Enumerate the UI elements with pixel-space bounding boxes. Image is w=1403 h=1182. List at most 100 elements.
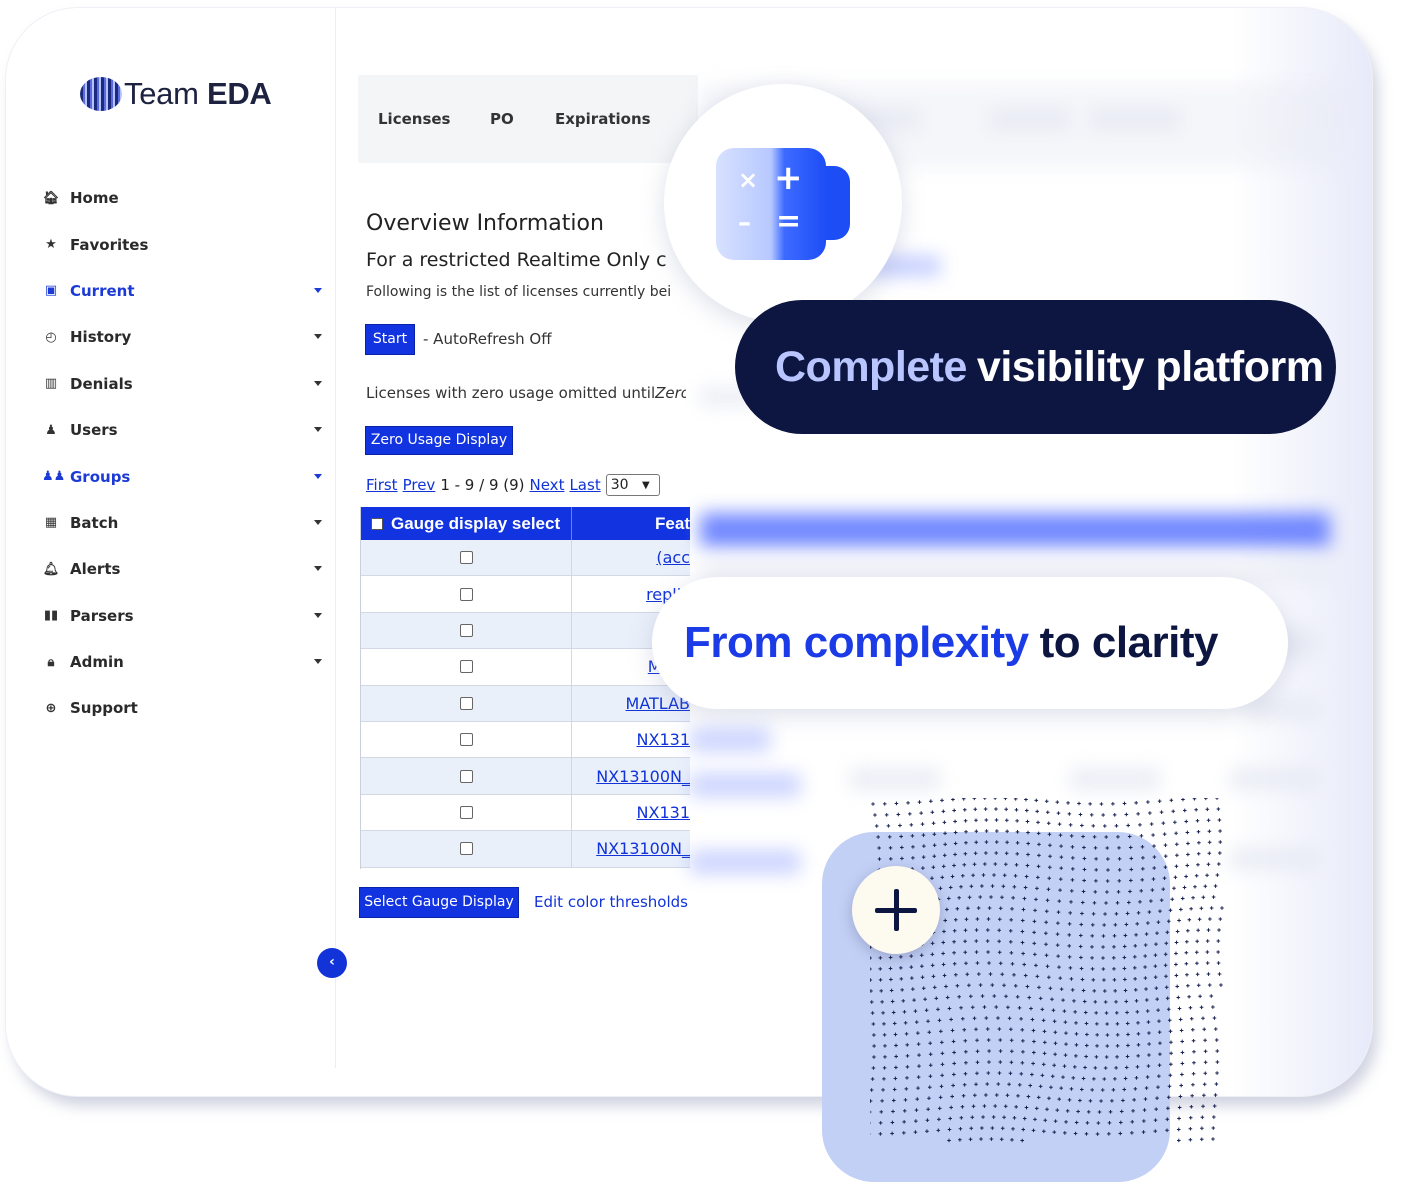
gauge-select-cell <box>361 649 572 685</box>
caret-down-icon <box>314 612 322 618</box>
gauge-select-checkbox[interactable] <box>459 769 473 783</box>
gauge-select-cell <box>361 540 572 576</box>
select-gauge-display-button[interactable]: Select Gauge Display <box>359 887 519 918</box>
sidebar-item-label: Alerts <box>70 560 121 579</box>
logo[interactable]: Team EDA <box>80 76 272 112</box>
gauge-select-cell <box>361 831 572 867</box>
edit-color-thresholds-link[interactable]: Edit color thresholds <box>534 893 688 911</box>
gauge-select-cell <box>361 576 572 612</box>
zero-usage-note-text: Licenses with zero usage omitted until <box>366 384 656 402</box>
sidebar-item-groups[interactable]: ♟♟ Groups <box>42 453 322 499</box>
table-row: MAT <box>361 612 690 650</box>
visibility-badge-highlight: Complete <box>775 342 967 391</box>
pager-prev-link[interactable]: Prev <box>403 476 436 494</box>
sidebar-item-label: Favorites <box>70 235 149 254</box>
gauge-select-cell <box>361 794 572 831</box>
plus-icon: + <box>774 158 803 198</box>
sidebar-item-label: Parsers <box>70 606 134 625</box>
feature-link[interactable]: NX131 <box>572 795 690 830</box>
feature-link[interactable]: (acc <box>572 540 690 575</box>
table-row: MATL <box>361 649 690 686</box>
page-size-value: 30 <box>610 477 629 493</box>
users-icon: ♟♟ <box>42 469 66 485</box>
visibility-badge-text: visibility platform <box>976 342 1324 391</box>
tab-po[interactable]: PO <box>490 110 514 128</box>
zero-usage-note: Licenses with zero usage omitted untilZe… <box>366 384 686 402</box>
blur-cell <box>850 768 940 790</box>
sidebar-item-admin[interactable]: 🔒︎ Admin <box>42 639 322 685</box>
feature-link[interactable]: NX13100N_ <box>572 758 690 793</box>
start-autorefresh-button[interactable]: Start <box>365 324 415 355</box>
clarity-badge-highlight: From complexity <box>684 618 1029 667</box>
equals-icon: = <box>776 204 802 239</box>
sidebar-item-label: Admin <box>70 653 124 672</box>
caret-down-icon <box>314 473 322 479</box>
sidebar-item-alerts[interactable]: 🔔︎ Alerts <box>42 546 322 592</box>
gauge-select-checkbox[interactable] <box>459 587 473 601</box>
sidebar-item-label: Groups <box>70 467 131 486</box>
table-icon: ▦ <box>44 515 58 531</box>
gauge-select-cell <box>361 721 572 758</box>
autorefresh-status: - AutoRefresh Off <box>423 330 552 348</box>
table-row: replic <box>361 576 690 613</box>
table-row: NX131 <box>361 794 690 832</box>
page-size-select[interactable]: 30 ▼ <box>605 474 660 496</box>
caret-down-icon <box>314 427 322 433</box>
gauge-select-checkbox[interactable] <box>459 551 473 565</box>
id-card-icon: ▣ <box>44 283 58 299</box>
pager-first-link[interactable]: First <box>366 476 398 494</box>
sidebar-collapse-button[interactable]: ‹ <box>317 948 347 978</box>
multiply-icon: × <box>738 166 759 194</box>
table-row: NX13100N_ <box>361 831 690 868</box>
select-all-checkbox[interactable] <box>371 517 383 530</box>
sidebar-item-denials[interactable]: ▥ Denials <box>42 361 322 407</box>
logo-name-light: Team <box>124 76 199 111</box>
sidebar-item-support[interactable]: ⊕ Support <box>42 685 322 731</box>
gauge-select-checkbox[interactable] <box>459 842 473 856</box>
lock-icon: 🔒︎ <box>47 654 55 670</box>
clarity-badge-text: to clarity <box>1039 618 1219 667</box>
feature-link[interactable]: NX131 <box>572 722 690 757</box>
blur-link <box>690 728 770 752</box>
gauge-select-checkbox[interactable] <box>459 805 473 819</box>
zero-usage-display-button[interactable]: Zero Usage Display <box>365 426 513 455</box>
pagination: First Prev 1 - 9 / 9 (9) Next Last 30 ▼ <box>366 474 660 496</box>
table-row: (acc <box>361 540 690 577</box>
sidebar-item-label: Users <box>70 421 118 440</box>
pager-last-link[interactable]: Last <box>569 476 600 494</box>
caret-down-icon <box>314 334 322 340</box>
blur-cell <box>1070 768 1160 790</box>
logo-mark-icon <box>80 77 122 111</box>
gauge-select-checkbox[interactable] <box>459 696 473 710</box>
caret-down-icon <box>314 566 322 572</box>
sidebar-item-current[interactable]: ▣ Current <box>42 268 322 314</box>
gauge-select-checkbox[interactable] <box>459 660 473 674</box>
sidebar-item-parsers[interactable]: ▮▮ Parsers <box>42 593 322 639</box>
sidebar-item-label: Home <box>70 189 119 208</box>
gauge-select-checkbox[interactable] <box>459 623 473 637</box>
page-subtitle: For a restricted Realtime Only c <box>366 249 667 271</box>
sidebar-item-batch[interactable]: ▦ Batch <box>42 500 322 546</box>
tab-expirations[interactable]: Expirations <box>555 110 651 128</box>
dot-pattern-icon <box>870 798 1224 1143</box>
sidebar-item-users[interactable]: ♟ Users <box>42 407 322 453</box>
pager-range: 1 - 9 / 9 (9) <box>440 476 525 494</box>
gauge-select-checkbox[interactable] <box>459 733 473 747</box>
header-feature[interactable]: Feat <box>572 507 690 540</box>
table-row: MATLAB <box>361 685 690 722</box>
sidebar-item-home[interactable]: 🏠︎ Home <box>42 175 322 221</box>
clock-icon: ◴ <box>45 329 57 345</box>
visibility-badge: Complete visibility platform <box>735 300 1336 434</box>
tab-bar: Licenses PO Expirations <box>358 75 698 163</box>
user-icon: ♟ <box>45 422 57 438</box>
feature-link[interactable]: NX13100N_ <box>572 831 690 866</box>
lifebuoy-icon: ⊕ <box>45 700 57 716</box>
bell-icon: 🔔︎ <box>42 561 60 577</box>
tab-licenses[interactable]: Licenses <box>378 110 450 128</box>
sidebar-item-favorites[interactable]: ★ Favorites <box>42 221 322 267</box>
pager-next-link[interactable]: Next <box>530 476 565 494</box>
table-row: NX131 <box>361 721 690 759</box>
zero-usage-note-italic: Zero <box>655 384 686 402</box>
table-body: (accreplicMATMATLMATLABNX131NX13100N_NX1… <box>361 540 690 868</box>
sidebar-item-history[interactable]: ◴ History <box>42 314 322 360</box>
